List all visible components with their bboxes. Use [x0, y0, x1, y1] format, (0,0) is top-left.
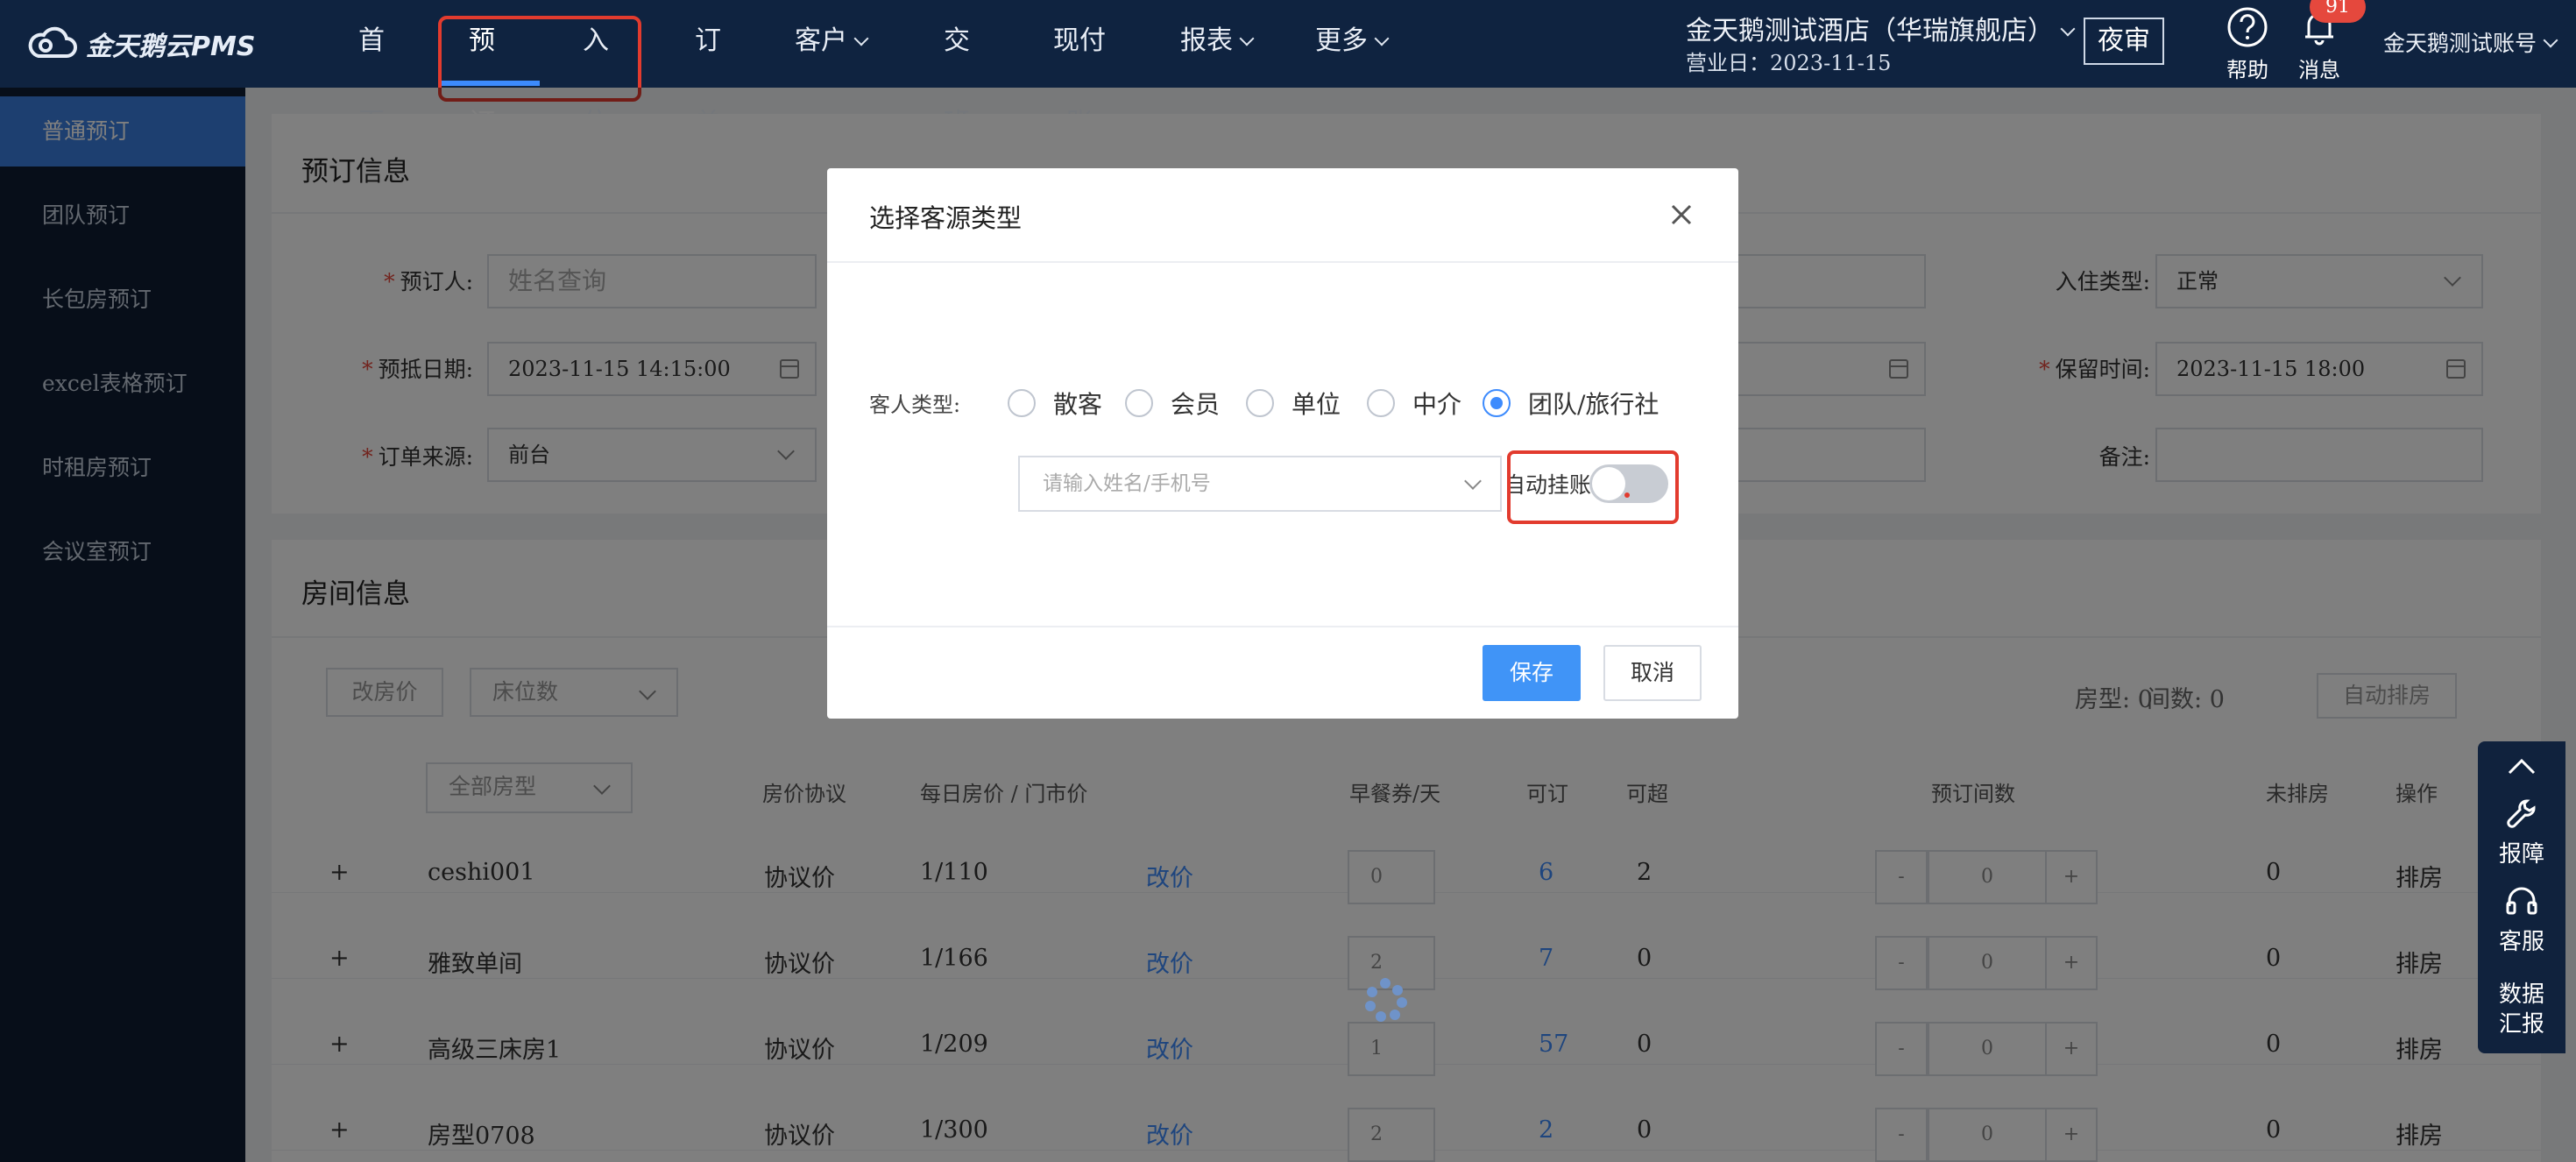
customer-service-button[interactable]: 客服 — [2478, 883, 2565, 956]
top-nav-bar: 金天鹅云PMS 首页 预订 入住 订单 客户 交班 现付账 报表 更多 金天鹅测… — [0, 0, 2576, 138]
nav-home[interactable]: 首页 — [347, 0, 396, 138]
radio-member[interactable]: 会员 — [1125, 387, 1220, 419]
data-report-button[interactable]: 数据 汇报 — [2478, 980, 2565, 1039]
radio-company[interactable]: 单位 — [1246, 387, 1341, 419]
nav-customers[interactable]: 客户 — [794, 0, 869, 88]
report-issue-button[interactable]: 报障 — [2478, 796, 2565, 868]
radio-agency[interactable]: 中介 — [1367, 387, 1461, 419]
modal-footer-divider — [827, 626, 1738, 627]
headset-icon — [2506, 887, 2537, 915]
chevron-down-icon — [2543, 32, 2558, 48]
nav-reports[interactable]: 报表 — [1179, 0, 1255, 88]
radio-walk-in[interactable]: 散客 — [1008, 387, 1102, 419]
loading-spinner-icon — [1363, 978, 1407, 1022]
radio-circle-icon — [1125, 389, 1153, 417]
radio-group-travel-agency[interactable]: 团队/旅行社 — [1483, 387, 1659, 419]
radio-checked-icon — [1483, 389, 1511, 417]
chevron-down-icon — [853, 31, 869, 46]
chevron-down-icon — [2060, 21, 2076, 37]
nav-more[interactable]: 更多 — [1314, 0, 1390, 88]
chevron-down-icon — [1464, 472, 1482, 490]
modal-header-divider — [827, 261, 1738, 263]
chevron-down-icon — [1374, 31, 1390, 46]
message-count-badge: 91 — [2310, 0, 2366, 23]
floating-toolbar: 报障 客服 数据 汇报 — [2478, 741, 2565, 1053]
modal-title: 选择客源类型 — [869, 203, 1023, 233]
chevron-down-icon — [1239, 31, 1255, 46]
night-audit-button[interactable]: 夜审 — [2084, 18, 2164, 65]
business-day: 营业日：2023-11-15 — [1686, 51, 1892, 75]
guest-type-label: 客人类型: — [869, 393, 961, 417]
guest-search-select[interactable]: 请输入姓名/手机号 — [1018, 456, 1502, 512]
help-button[interactable]: 帮助 — [2208, 5, 2287, 83]
cloud-logo-icon — [28, 26, 77, 58]
cancel-button[interactable]: 取消 — [1603, 645, 1702, 701]
account-menu[interactable]: 金天鹅测试账号 — [2383, 26, 2558, 58]
radio-circle-icon — [1008, 389, 1036, 417]
nav-shift[interactable]: 交班 — [932, 0, 981, 138]
save-button[interactable]: 保存 — [1483, 645, 1581, 701]
wrench-icon — [2507, 799, 2536, 828]
nav-cash-account[interactable]: 现付账 — [1043, 0, 1116, 138]
annotation-highlight-box — [1507, 450, 1679, 524]
hotel-selector[interactable]: 金天鹅测试酒店（华瑞旗舰店） — [1686, 9, 2076, 47]
help-icon — [2227, 7, 2268, 47]
guest-source-modal: 选择客源类型 客人类型: 散客 会员 单位 中介 团队/旅行社 请输入姓名/手机… — [827, 168, 1738, 719]
app-name: 金天鹅云PMS — [86, 32, 256, 62]
chevron-up-icon[interactable] — [2506, 757, 2537, 776]
radio-circle-icon — [1246, 389, 1274, 417]
radio-circle-icon — [1367, 389, 1395, 417]
app-logo[interactable]: 金天鹅云PMS — [26, 25, 255, 63]
nav-orders[interactable]: 订单 — [683, 0, 732, 138]
close-icon[interactable] — [1667, 200, 1696, 230]
